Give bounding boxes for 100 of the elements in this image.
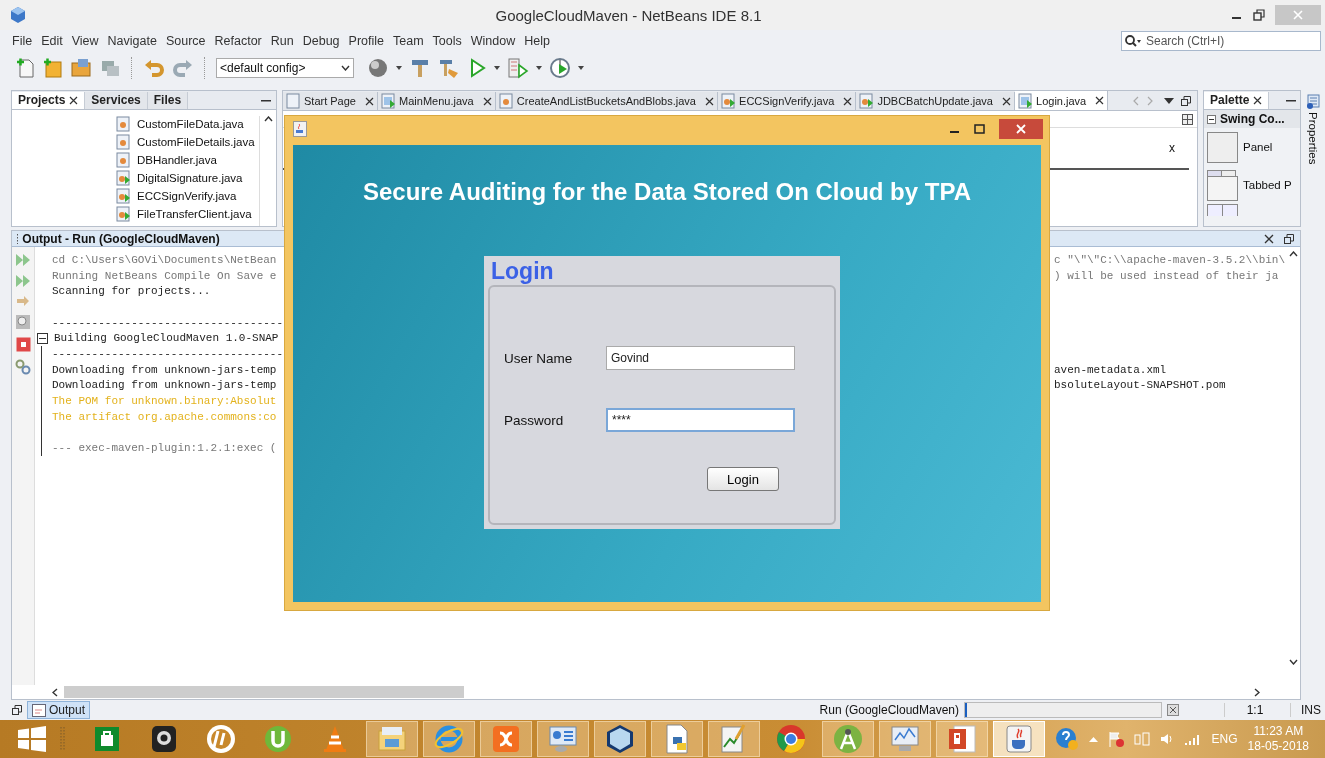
java-file-run-icon xyxy=(116,188,131,204)
caret-icon[interactable] xyxy=(578,66,584,70)
profile-icon[interactable] xyxy=(549,57,571,79)
close-icon[interactable] xyxy=(1264,233,1274,244)
undo-icon[interactable] xyxy=(143,57,165,79)
palette-tab[interactable]: Palette xyxy=(1204,91,1270,109)
menu-item[interactable]: Edit xyxy=(41,33,63,49)
output-line: Building GoogleCloudMaven 1.0-SNAP xyxy=(54,332,279,345)
scroll-down-icon[interactable] xyxy=(1288,659,1298,665)
flag-icon[interactable] xyxy=(1107,731,1124,747)
caret-icon[interactable] xyxy=(536,66,542,70)
editor-tab[interactable]: JDBCBatchUpdate.java xyxy=(856,92,1016,110)
close-icon xyxy=(1002,96,1012,106)
properties-icon[interactable] xyxy=(1306,94,1320,110)
file-name[interactable]: CustomFileDetails.java xyxy=(137,136,255,148)
menu-item[interactable]: Source xyxy=(165,33,206,49)
file-name[interactable]: ECCSignVerify.java xyxy=(137,190,237,202)
text-field[interactable]: Govind xyxy=(606,346,795,370)
editor-tab[interactable]: ECCSignVerify.java xyxy=(718,92,857,110)
chevron-down-icon xyxy=(341,65,350,71)
split-pane-icon[interactable] xyxy=(1207,204,1238,216)
file-name[interactable]: FileTransferClient.java xyxy=(137,208,252,220)
stop-icon[interactable] xyxy=(15,337,31,352)
menu-item[interactable]: Navigate xyxy=(107,33,157,49)
login-button[interactable]: Login xyxy=(707,467,779,491)
menu-item[interactable]: Debug xyxy=(302,33,340,49)
menu-item[interactable]: Refactor xyxy=(214,33,262,49)
component-item[interactable]: Panel xyxy=(1243,141,1273,153)
help-icon[interactable] xyxy=(1054,727,1079,751)
grid-icon[interactable] xyxy=(1182,113,1193,125)
menu-item[interactable]: Profile xyxy=(348,33,384,49)
tabbed-pane-icon[interactable] xyxy=(1207,169,1238,201)
scroll-up-icon[interactable] xyxy=(1288,251,1298,257)
restore-icon[interactable] xyxy=(1284,233,1294,244)
restore-icon[interactable] xyxy=(12,705,22,715)
menu-item[interactable]: Team xyxy=(393,33,424,49)
scroll-left-icon[interactable] xyxy=(52,687,58,697)
scroll-up-icon[interactable] xyxy=(263,116,273,122)
menu-item[interactable]: View xyxy=(71,33,99,49)
panel-tab[interactable]: Files xyxy=(147,91,189,109)
editor-tab[interactable]: CreateAndListBucketsAndBlobs.java xyxy=(495,92,719,110)
palette-category[interactable]: Swing Co... xyxy=(1204,110,1300,128)
hammer-icon[interactable] xyxy=(409,57,431,79)
collapse-icon[interactable] xyxy=(37,332,48,344)
menu-item[interactable]: Tools xyxy=(432,33,462,49)
editor-tab[interactable]: Login.java xyxy=(1015,91,1109,110)
maximize-icon[interactable] xyxy=(974,124,985,134)
caret-icon[interactable] xyxy=(494,66,500,70)
menu-item[interactable]: Window xyxy=(470,33,516,49)
broom-hammer-icon[interactable] xyxy=(438,57,460,79)
globe-icon[interactable] xyxy=(367,57,389,79)
output-line: bsoluteLayout-SNAPSHOT.pom xyxy=(1054,379,1227,392)
menu-item[interactable]: Help xyxy=(524,33,550,49)
output-line: ----------------------------------- xyxy=(52,316,284,329)
compass-icon xyxy=(832,723,864,755)
cancel-icon[interactable] xyxy=(1167,704,1179,716)
new-file-icon[interactable] xyxy=(16,57,36,79)
window-title: GoogleCloudMaven - NetBeans IDE 8.1 xyxy=(494,6,763,24)
taskbar-button[interactable] xyxy=(594,721,646,757)
java-file-run-icon xyxy=(116,206,131,222)
redo-icon[interactable] xyxy=(172,57,194,79)
search-icon xyxy=(1124,34,1142,48)
menu-item[interactable]: File xyxy=(12,33,33,49)
speaker-icon[interactable] xyxy=(1159,732,1174,746)
signal-icon[interactable] xyxy=(1183,732,1202,746)
scroll-right-icon[interactable] xyxy=(1254,687,1260,697)
password-field[interactable]: **** xyxy=(606,408,795,432)
debug-icon[interactable] xyxy=(507,57,529,79)
file-name[interactable]: DigitalSignature.java xyxy=(137,172,243,184)
file-name[interactable]: DBHandler.java xyxy=(137,154,217,166)
component-item[interactable]: Tabbed P xyxy=(1243,179,1292,191)
insert-mode: INS xyxy=(1290,703,1325,717)
side-tab[interactable]: Properties xyxy=(1307,112,1319,165)
restore-icon[interactable] xyxy=(1253,9,1265,21)
new-project-icon[interactable] xyxy=(43,57,63,79)
scrollbar-thumb[interactable] xyxy=(64,686,464,698)
panel-tab[interactable]: Services xyxy=(85,91,148,109)
close-icon xyxy=(843,96,853,106)
file-name[interactable]: CustomFileData.java xyxy=(137,118,244,130)
close-icon xyxy=(365,96,375,106)
menu-item[interactable]: Run xyxy=(270,33,294,49)
close-icon xyxy=(1253,95,1263,105)
config-dropdown[interactable]: <default config> xyxy=(216,58,354,78)
restore-icon[interactable] xyxy=(1181,96,1191,106)
caret-icon[interactable] xyxy=(396,66,402,70)
panel-icon[interactable] xyxy=(1207,131,1238,163)
dropdown-icon[interactable] xyxy=(1164,98,1174,104)
editor-tab[interactable]: Start Page xyxy=(283,92,379,110)
output-line: ) will be used instead of their ja xyxy=(1054,269,1280,282)
editor-tab[interactable]: MainMenu.java xyxy=(378,92,496,110)
open-folder-icon[interactable] xyxy=(70,57,92,79)
close-button[interactable] xyxy=(999,119,1043,139)
gears-icon[interactable] xyxy=(15,359,31,375)
search-field[interactable]: Search (Ctrl+I) xyxy=(1121,31,1321,51)
windows-logo-icon[interactable] xyxy=(18,726,46,752)
output-tab[interactable]: Output xyxy=(27,701,91,719)
up-caret-icon[interactable] xyxy=(1088,736,1098,742)
output-line: cd C:\Users\GOVi\Documents\NetBean xyxy=(52,253,277,266)
panel-tab[interactable]: Projects xyxy=(12,91,86,109)
caret-position: 1:1 xyxy=(1224,703,1285,717)
